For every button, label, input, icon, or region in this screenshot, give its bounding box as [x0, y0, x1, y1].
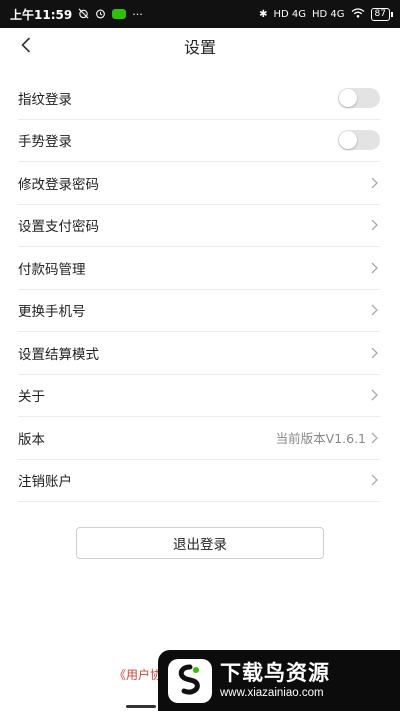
chevron-right-icon	[368, 388, 380, 402]
fingerprint-login-toggle[interactable]	[338, 87, 380, 108]
alarm-clock-icon	[95, 8, 106, 21]
status-bar-left: 上午11:59 ···	[10, 6, 143, 23]
status-bar: 上午11:59 ··· ✱ HD 4G HD 4G 87	[0, 0, 400, 28]
user-agreement-link[interactable]: 《用户协	[114, 666, 162, 683]
watermark: 下载鸟资源 www.xiazainiao.com	[158, 650, 400, 711]
watermark-logo-icon	[168, 658, 212, 703]
chevron-right-icon	[368, 218, 380, 232]
settings-row-label: 修改登录密码	[18, 176, 99, 193]
settings-row-delete-account[interactable]: 注销账户	[18, 460, 380, 502]
settings-row-change-login-password[interactable]: 修改登录密码	[18, 162, 380, 205]
toggle-knob	[339, 88, 357, 107]
chevron-right-icon	[368, 346, 380, 360]
settings-row-about[interactable]: 关于	[18, 375, 380, 417]
watermark-texts: 下载鸟资源 www.xiazainiao.com	[220, 661, 330, 701]
home-indicator	[126, 705, 156, 708]
watermark-url: www.xiazainiao.com	[220, 686, 324, 699]
settings-row-change-phone[interactable]: 更换手机号	[18, 290, 380, 332]
bluetooth-icon: ✱	[259, 8, 268, 20]
signal-icon-2: HD 4G	[312, 8, 345, 20]
wechat-icon	[112, 9, 127, 19]
chevron-right-icon	[368, 473, 380, 487]
settings-row-label: 设置结算模式	[18, 346, 99, 363]
settings-row-label: 设置支付密码	[18, 219, 99, 236]
settings-row-gesture-login[interactable]: 手势登录	[18, 120, 380, 162]
settings-row-label: 更换手机号	[18, 304, 86, 321]
watermark-title: 下载鸟资源	[220, 660, 330, 685]
chevron-right-icon	[368, 431, 380, 445]
wifi-icon	[351, 7, 365, 21]
more-notifications-icon: ···	[132, 7, 143, 21]
chevron-right-icon	[368, 261, 380, 275]
settings-row-set-payment-password[interactable]: 设置支付密码	[18, 205, 380, 247]
version-right: 当前版本V1.6.1	[276, 428, 380, 447]
settings-row-label: 注销账户	[18, 474, 72, 491]
status-time: 上午11:59	[10, 7, 73, 22]
logout-button[interactable]: 退出登录	[76, 527, 324, 559]
settings-row-label: 版本	[18, 431, 45, 448]
gesture-login-toggle[interactable]	[338, 130, 380, 151]
settings-row-label: 指纹登录	[18, 91, 72, 108]
settings-row-label: 手势登录	[18, 134, 72, 151]
settings-row-payment-code-management[interactable]: 付款码管理	[18, 247, 380, 290]
status-bar-right: ✱ HD 4G HD 4G 87	[259, 7, 394, 21]
settings-row-version[interactable]: 版本 当前版本V1.6.1	[18, 417, 380, 460]
version-value: 当前版本V1.6.1	[275, 431, 366, 447]
page-title: 设置	[183, 38, 216, 57]
signal-icon-1: HD 4G	[273, 8, 307, 20]
battery-icon: 87	[370, 7, 394, 21]
settings-row-label: 关于	[18, 389, 45, 406]
toggle-knob	[339, 131, 357, 150]
settings-row-fingerprint-login[interactable]: 指纹登录	[18, 77, 380, 120]
settings-row-settlement-mode[interactable]: 设置结算模式	[18, 332, 380, 375]
nav-header: 设置	[0, 28, 400, 62]
settings-row-label: 付款码管理	[18, 261, 86, 278]
alarm-off-icon	[78, 8, 89, 21]
chevron-right-icon	[368, 176, 380, 190]
settings-list: 指纹登录 手势登录 修改登录密码 设置支付密码 付款码管理 更换手机号 设置结算…	[18, 77, 380, 502]
chevron-right-icon	[368, 303, 380, 317]
